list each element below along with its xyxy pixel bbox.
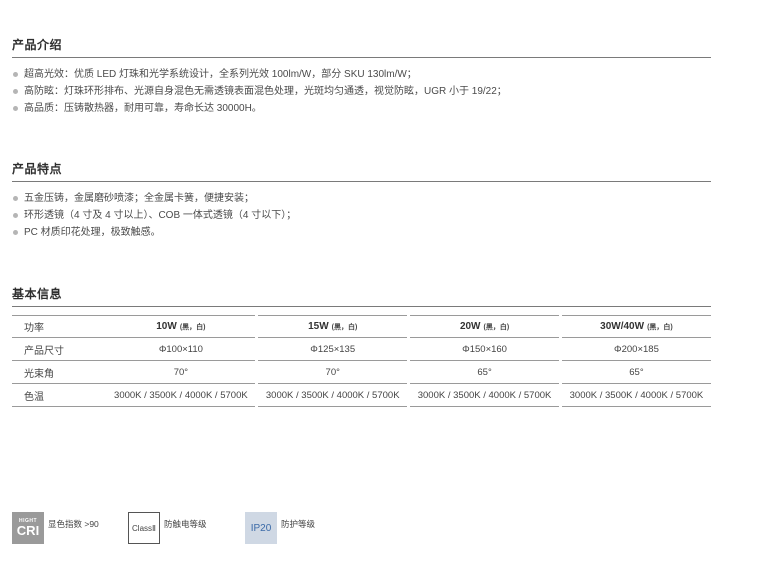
color-options: (黑，白) [331, 324, 358, 331]
table-row: 产品尺寸 Φ100×110 Φ125×135 Φ150×160 Φ200×185 [12, 338, 711, 361]
list-item: 环形透镜（4 寸及 4 寸以上）、COB 一体式透镜（4 寸以下）； [12, 207, 711, 224]
basic-info-section: 基本信息 功率 10W (黑，白) 15W (黑，白) 20W (黑，白) 30W/4… [12, 285, 711, 407]
header-cell: 30W/40W (黑，白) [561, 315, 711, 338]
row-label: 光束角 [12, 361, 107, 384]
features-title: 产品特点 [12, 160, 711, 182]
features-list: 五金压铸，金属磨砂喷漆；全金属卡簧，便捷安装； 环形透镜（4 寸及 4 寸以上）… [12, 190, 711, 241]
list-item: 五金压铸，金属磨砂喷漆；全金属卡簧，便捷安装； [12, 190, 711, 207]
list-item: PC 材质印花处理，极致触感。 [12, 224, 711, 241]
class-icon-text: ClassⅡ [132, 523, 156, 533]
class-ii-icon: ClassⅡ [128, 512, 160, 544]
table-cell: 3000K / 3500K / 4000K / 5700K [258, 384, 408, 407]
table-cell: 3000K / 3500K / 4000K / 5700K [410, 384, 560, 407]
table-cell: 3000K / 3500K / 4000K / 5700K [106, 384, 256, 407]
table-row: 色温 3000K / 3500K / 4000K / 5700K 3000K /… [12, 384, 711, 407]
cri-icon: HIGHT CRI [12, 512, 44, 544]
table-cell: 65° [410, 361, 560, 384]
table-cell: 3000K / 3500K / 4000K / 5700K [561, 384, 711, 407]
features-section: 产品特点 五金压铸，金属磨砂喷漆；全金属卡簧，便捷安装； 环形透镜（4 寸及 4… [12, 160, 711, 241]
table-header-row: 功率 10W (黑，白) 15W (黑，白) 20W (黑，白) 30W/40W (黑，… [12, 315, 711, 338]
list-item: 超高光效：优质 LED 灯珠和光学系统设计，全系列光效 100lm/W，部分 S… [12, 66, 711, 83]
header-cell: 15W (黑，白) [258, 315, 408, 338]
ip-label: 防护等级 [281, 519, 316, 529]
table-cell: Φ150×160 [410, 338, 560, 361]
color-options: (黑，白) [647, 324, 673, 331]
cri-badge: HIGHT CRI 显色指数 >90 [12, 512, 99, 544]
header-label: 功率 [12, 315, 107, 338]
table-cell: Φ200×185 [561, 338, 711, 361]
product-spec-page: 产品介绍 超高光效：优质 LED 灯珠和光学系统设计，全系列光效 100lm/W… [0, 0, 769, 568]
class-label: 防触电等级 [164, 519, 207, 529]
color-options: (黑，白) [179, 324, 206, 331]
ip20-icon: IP20 [245, 512, 277, 544]
ip-icon-text: IP20 [250, 522, 272, 534]
row-label: 产品尺寸 [12, 338, 107, 361]
row-label: 色温 [12, 384, 107, 407]
cri-icon-text: CRI [16, 523, 40, 538]
header-cell: 10W (黑，白) [106, 315, 256, 338]
table-cell: 70° [106, 361, 256, 384]
table-row: 光束角 70° 70° 65° 65° [12, 361, 711, 384]
power-value: 10W [156, 321, 177, 332]
intro-list: 超高光效：优质 LED 灯珠和光学系统设计，全系列光效 100lm/W，部分 S… [12, 66, 711, 117]
class-badge: ClassⅡ 防触电等级 [128, 512, 207, 544]
table-cell: Φ125×135 [258, 338, 408, 361]
cri-label: 显色指数 >90 [48, 519, 99, 529]
power-value: 30W/40W [600, 321, 645, 332]
power-value: 20W [459, 321, 481, 332]
power-value: 15W [308, 321, 329, 332]
list-item: 高防眩：灯珠环形排布、光源自身混色无需透镜表面混色处理，光斑均匀通透，视觉防眩，… [12, 83, 711, 100]
color-options: (黑，白) [483, 324, 510, 331]
basic-info-title: 基本信息 [12, 285, 711, 307]
ip-badge: IP20 防护等级 [245, 512, 315, 544]
intro-section: 产品介绍 超高光效：优质 LED 灯珠和光学系统设计，全系列光效 100lm/W… [12, 36, 711, 117]
list-item: 高品质：压铸散热器，耐用可靠，寿命长达 30000H。 [12, 100, 711, 117]
header-cell: 20W (黑，白) [410, 315, 560, 338]
intro-title: 产品介绍 [12, 36, 711, 58]
table-cell: Φ100×110 [106, 338, 256, 361]
table-cell: 70° [258, 361, 408, 384]
table-cell: 65° [561, 361, 711, 384]
spec-table: 功率 10W (黑，白) 15W (黑，白) 20W (黑，白) 30W/40W (黑，… [12, 315, 711, 407]
